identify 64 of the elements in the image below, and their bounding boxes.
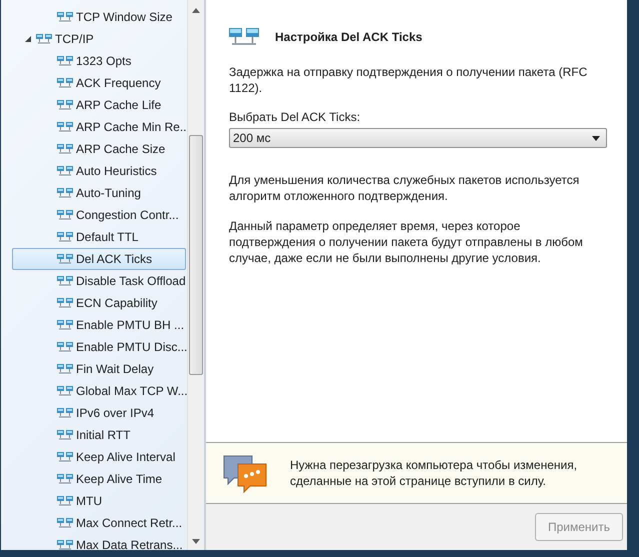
network-icon — [57, 55, 73, 67]
tree-item[interactable]: TCP/IP — [1, 28, 186, 50]
tree-item[interactable]: Enable PMTU BH ... — [1, 314, 186, 336]
network-icon — [57, 539, 73, 550]
network-icon — [57, 341, 73, 353]
tree-item[interactable]: TCP Window Size — [1, 6, 186, 28]
tree-item[interactable]: IPv6 over IPv4 — [1, 402, 186, 424]
network-icon — [57, 187, 73, 199]
tree-item[interactable]: Keep Alive Interval — [1, 446, 186, 468]
tree-item[interactable]: ARP Cache Min Re... — [1, 116, 186, 138]
network-icon — [57, 385, 73, 397]
tree-item[interactable]: Fin Wait Delay — [1, 358, 186, 380]
tree-item[interactable]: ARP Cache Life — [1, 94, 186, 116]
network-icon — [229, 26, 259, 48]
select-label: Выбрать Del ACK Ticks: — [229, 110, 362, 124]
network-icon — [57, 495, 73, 507]
scrollbar-thumb[interactable] — [189, 135, 203, 375]
network-icon — [57, 121, 73, 133]
network-icon — [57, 429, 73, 441]
tree-item[interactable]: Default TTL — [1, 226, 186, 248]
network-icon — [57, 451, 73, 463]
network-icon — [57, 99, 73, 111]
tree-item[interactable]: 1323 Opts — [1, 50, 186, 72]
panel-title: Настройка Del ACK Ticks — [275, 30, 422, 44]
network-icon — [57, 253, 73, 265]
tree-item[interactable]: Auto Heuristics — [1, 160, 186, 182]
scroll-down-icon[interactable] — [192, 539, 200, 544]
tree-item[interactable]: Keep Alive Time — [1, 468, 186, 490]
value-dropdown[interactable]: 200 мс — [229, 128, 607, 148]
network-icon — [57, 407, 73, 419]
tree-item[interactable]: Max Connect Retr... — [1, 512, 186, 534]
network-icon — [57, 143, 73, 155]
tree-item[interactable]: Disable Task Offload — [1, 270, 186, 292]
info-paragraph: Данный параметр определяет время, через которое подтверждения о получении пакета будут отправлены в любом случае, даже если не были выполнены другие условия. — [229, 218, 584, 266]
expander-icon[interactable] — [24, 35, 32, 43]
network-icon — [36, 33, 52, 45]
network-icon — [57, 11, 73, 23]
tree-item[interactable]: ECN Capability — [1, 292, 186, 314]
dropdown-arrow-icon — [592, 136, 600, 140]
network-icon — [57, 231, 73, 243]
tree-item[interactable]: Auto-Tuning — [1, 182, 186, 204]
description-text: Задержка на отправку подтверждения о получении пакета (RFC 1122). — [229, 64, 588, 96]
network-icon — [57, 473, 73, 485]
network-icon — [57, 77, 73, 89]
network-icon — [57, 209, 73, 221]
tree-item[interactable]: ARP Cache Size — [1, 138, 186, 160]
tree-item[interactable]: Initial RTT — [1, 424, 186, 446]
tree-item[interactable]: Congestion Contr... — [1, 204, 186, 226]
notice-text: Нужна перезагрузка компьютера чтобы изменения, сделанные на этой странице вступили в силу. — [290, 457, 578, 489]
scroll-up-icon[interactable] — [192, 8, 200, 13]
tree-item[interactable]: Del ACK Ticks — [12, 248, 186, 270]
network-icon — [57, 165, 73, 177]
network-icon — [57, 363, 73, 375]
tree-item[interactable]: MTU — [1, 490, 186, 512]
network-icon — [57, 319, 73, 331]
tree-item[interactable]: Global Max TCP W... — [1, 380, 186, 402]
info-paragraph: Для уменьшения количества служебных пакетов используется алгоритм отложенного подтверждения. — [229, 172, 580, 204]
tree-item[interactable]: Enable PMTU Disc... — [1, 336, 186, 358]
network-icon — [57, 297, 73, 309]
network-icon — [57, 275, 73, 287]
tree-item[interactable]: Max Data Retrans... — [1, 534, 186, 550]
tree-item[interactable]: ACK Frequency — [1, 72, 186, 94]
network-icon — [57, 517, 73, 529]
scrollbar[interactable] — [187, 0, 204, 550]
